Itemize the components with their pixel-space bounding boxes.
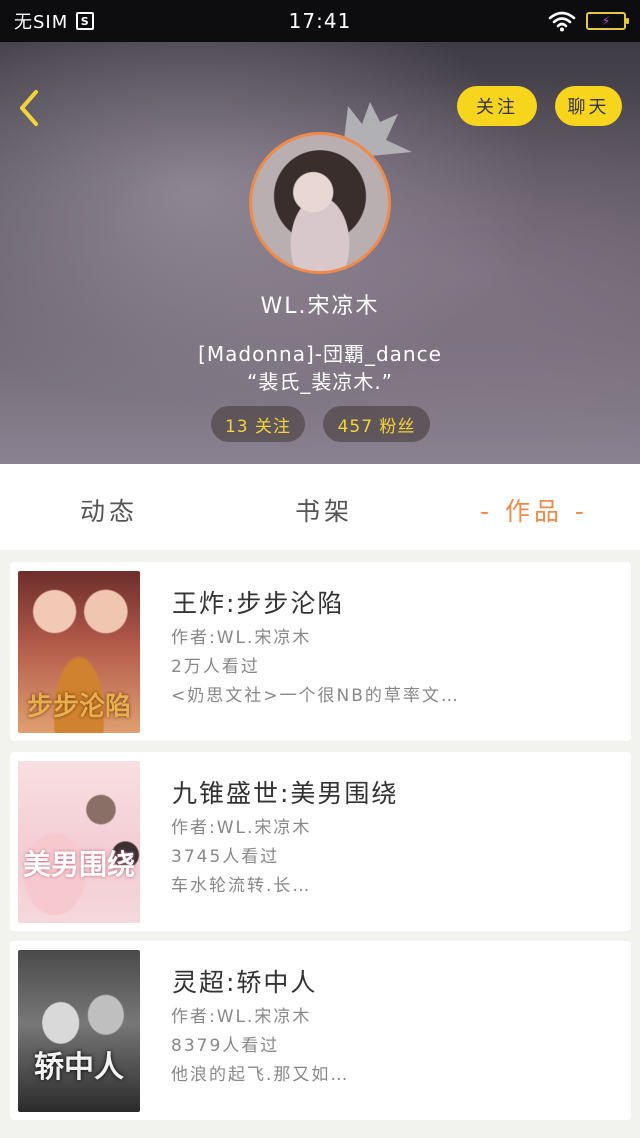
bio-line: “裴氏_裴凉木.” — [246, 370, 394, 394]
status-left: 无SIM S — [14, 8, 95, 34]
back-button[interactable] — [14, 86, 54, 130]
profile-header: 关注 聊天 WL.宋凉木 [Madonna]-団覇_dance “裴氏_裴凉木.… — [0, 42, 640, 464]
book-cover: 轿中人 — [18, 950, 140, 1112]
book-author: 作者:WL.宋凉木 — [171, 818, 312, 838]
avatar[interactable] — [249, 132, 391, 274]
book-description: 他浪的起飞.那又如… — [171, 1065, 350, 1085]
clock: 17:41 — [288, 9, 352, 33]
status-right: ⚡ — [548, 10, 629, 32]
status-bar: 无SIM S 17:41 ⚡ — [0, 0, 640, 42]
book-title: 九锥盛世:美男围绕 — [172, 779, 399, 808]
battery-icon: ⚡ — [586, 12, 629, 30]
charging-icon: ⚡ — [601, 14, 611, 28]
tab-feed[interactable]: 动态 — [80, 492, 138, 528]
work-card[interactable]: 美男围绕 九锥盛世:美男围绕 作者:WL.宋凉木 3745人看过 车水轮流转.长… — [10, 752, 631, 931]
book-views: 2万人看过 — [171, 657, 260, 677]
book-author: 作者:WL.宋凉木 — [171, 1007, 312, 1027]
sim-icon: S — [76, 12, 95, 30]
chevron-left-icon — [20, 90, 38, 126]
book-author: 作者:WL.宋凉木 — [171, 628, 312, 648]
book-title: 灵超:轿中人 — [172, 968, 318, 997]
tab-bookshelf[interactable]: 书架 — [295, 492, 353, 528]
following-count[interactable]: 13 关注 — [211, 406, 305, 442]
book-cover: 步步沦陷 — [18, 571, 140, 733]
cover-title: 美男围绕 — [22, 848, 135, 881]
carrier-label: 无SIM — [14, 12, 69, 33]
username: WL.宋凉木 — [260, 294, 380, 319]
book-description: <奶思文社>一个很NB的草率文… — [171, 686, 460, 706]
tab-works[interactable]: - 作品 - — [480, 492, 588, 528]
work-card[interactable]: 步步沦陷 王炸:步步沦陷 作者:WL.宋凉木 2万人看过 <奶思文社>一个很NB… — [10, 562, 631, 741]
tab-bar: 动态 书架 - 作品 - — [0, 464, 640, 550]
cover-title: 轿中人 — [34, 1050, 124, 1085]
book-cover: 美男围绕 — [18, 761, 140, 923]
followers-count[interactable]: 457 粉丝 — [323, 406, 430, 442]
book-description: 车水轮流转.长… — [171, 876, 312, 896]
book-title: 王炸:步步沦陷 — [172, 589, 345, 618]
cover-title: 步步沦陷 — [26, 692, 131, 722]
book-views: 3745人看过 — [171, 847, 280, 867]
work-card[interactable]: 轿中人 灵超:轿中人 作者:WL.宋凉木 8379人看过 他浪的起飞.那又如… — [10, 941, 631, 1120]
follow-button[interactable]: 关注 — [457, 86, 537, 126]
book-views: 8379人看过 — [171, 1036, 280, 1056]
chat-button[interactable]: 聊天 — [555, 86, 622, 126]
wifi-icon — [548, 11, 576, 32]
bio-line: [Madonna]-団覇_dance — [198, 342, 442, 366]
